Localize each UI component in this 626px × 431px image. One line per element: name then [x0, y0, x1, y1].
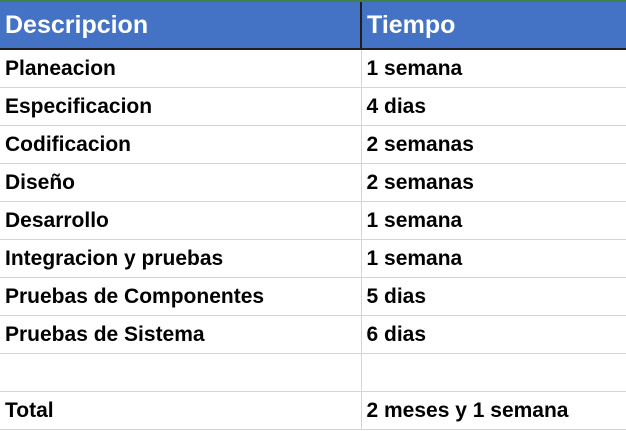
cell-description[interactable]: Integracion y pruebas	[0, 239, 362, 278]
cell-time[interactable]: 1 semana	[361, 49, 626, 88]
cell-time[interactable]: 2 semanas	[361, 163, 626, 202]
cell-time[interactable]	[361, 353, 626, 392]
table-row-empty	[0, 353, 626, 392]
total-row: Total 2 meses y 1 semana	[0, 391, 626, 430]
table-row: Planeacion 1 semana	[0, 49, 626, 88]
header-cell-description[interactable]: Descripcion	[0, 2, 362, 50]
cell-time[interactable]: 2 semanas	[361, 125, 626, 164]
cell-time[interactable]: 1 semana	[361, 239, 626, 278]
cell-description[interactable]	[0, 353, 362, 392]
table-row: Diseño 2 semanas	[0, 163, 626, 202]
schedule-table: Descripcion Tiempo Planeacion 1 semana E…	[0, 2, 626, 430]
cell-description[interactable]: Planeacion	[0, 49, 362, 88]
table-row: Pruebas de Componentes 5 dias	[0, 277, 626, 316]
cell-description[interactable]: Pruebas de Sistema	[0, 315, 362, 354]
table-row: Desarrollo 1 semana	[0, 201, 626, 240]
cell-description[interactable]: Codificacion	[0, 125, 362, 164]
cell-description[interactable]: Diseño	[0, 163, 362, 202]
cell-time[interactable]: 6 dias	[361, 315, 626, 354]
spreadsheet-sheet: Descripcion Tiempo Planeacion 1 semana E…	[0, 0, 626, 431]
cell-description[interactable]: Desarrollo	[0, 201, 362, 240]
table-row: Especificacion 4 dias	[0, 87, 626, 126]
cell-total-label[interactable]: Total	[0, 391, 362, 430]
cell-time[interactable]: 5 dias	[361, 277, 626, 316]
cell-total-value[interactable]: 2 meses y 1 semana	[361, 391, 626, 430]
cell-time[interactable]: 1 semana	[361, 201, 626, 240]
header-cell-time[interactable]: Tiempo	[361, 2, 626, 50]
cell-description[interactable]: Pruebas de Componentes	[0, 277, 362, 316]
cell-description[interactable]: Especificacion	[0, 87, 362, 126]
header-row: Descripcion Tiempo	[0, 2, 626, 50]
cell-time[interactable]: 4 dias	[361, 87, 626, 126]
table-row: Codificacion 2 semanas	[0, 125, 626, 164]
table-row: Integracion y pruebas 1 semana	[0, 239, 626, 278]
table-row: Pruebas de Sistema 6 dias	[0, 315, 626, 354]
